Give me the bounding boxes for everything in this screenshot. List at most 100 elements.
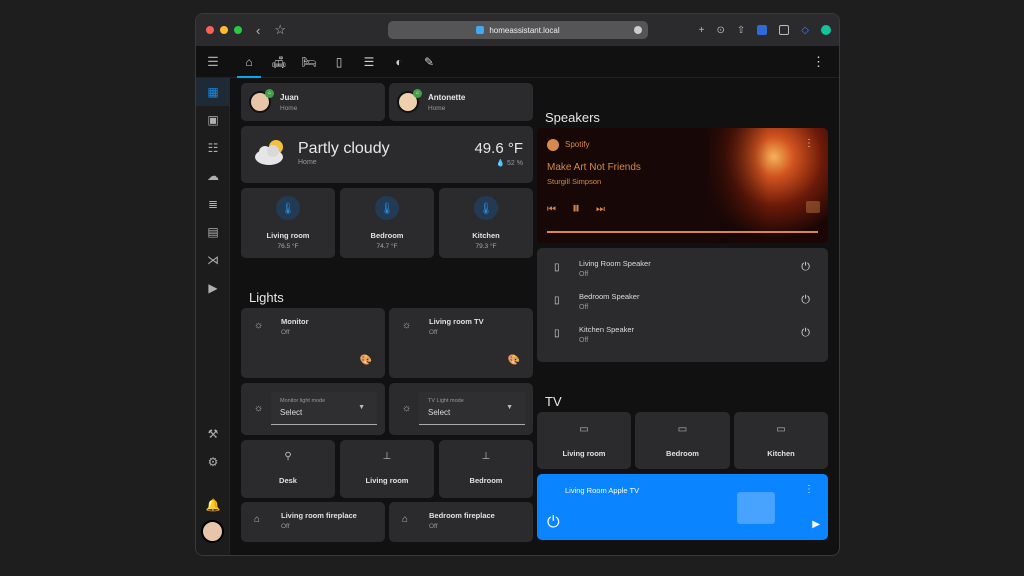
media-progress-bar[interactable]	[547, 231, 818, 233]
power-icon[interactable]: ⏻	[801, 294, 810, 307]
sensor-name: Kitchen	[472, 231, 500, 240]
fireplace-icon: ⌂	[402, 514, 409, 525]
tab-edit[interactable]: ✎	[414, 46, 444, 78]
maximize-window-button[interactable]	[234, 26, 242, 34]
person-card-juan[interactable]: ⌂ Juan Home	[241, 83, 385, 121]
select-value: Select	[280, 408, 303, 417]
avatar: ⌂	[397, 89, 422, 113]
dropdown-arrow-icon: ▼	[358, 404, 365, 411]
monitor-light-mode-select[interactable]: Monitor light mode Select ▼	[271, 392, 377, 425]
pencil-icon: ✎	[423, 54, 435, 69]
light-name: Desk	[279, 476, 297, 485]
fireplace-tile-living-room[interactable]: ⌂ Living room fireplace Off	[241, 502, 385, 542]
plus-icon[interactable]: +	[699, 25, 705, 36]
grammarly-icon[interactable]	[821, 25, 831, 35]
weather-card[interactable]: Partly cloudy Home 49.6 °F 💧 52 %	[241, 126, 533, 183]
back-icon[interactable]: ‹	[256, 23, 260, 38]
tab-bedroom[interactable]: 🛏	[294, 46, 324, 78]
person-card-antonette[interactable]: ⌂ Antonette Home	[389, 83, 533, 121]
pause-icon[interactable]: ⏸	[572, 200, 580, 218]
power-icon[interactable]: ⏻	[547, 514, 560, 532]
tv-tile-kitchen[interactable]: ▭ Kitchen	[734, 412, 828, 469]
more-options-icon[interactable]: ⋮	[812, 54, 825, 70]
media-player-card[interactable]: Spotify Make Art Not Friends Sturgill Si…	[537, 128, 828, 243]
sidebar-item-map[interactable]: ▣	[196, 106, 230, 134]
palette-icon[interactable]: 🎨	[508, 355, 520, 366]
light-tile-monitor[interactable]: ☼ Monitor Off 🎨	[241, 308, 385, 378]
person-name: Antonette	[428, 92, 466, 102]
sidebar-item-settings[interactable]: ⚙	[196, 448, 230, 476]
menu-icon[interactable]: ☰	[196, 54, 230, 70]
tab-home[interactable]: ⌂	[234, 46, 264, 78]
tab-kitchen[interactable]: ▯	[324, 46, 354, 78]
more-options-icon[interactable]: ⋮	[804, 138, 814, 149]
page-options-icon[interactable]	[634, 26, 642, 34]
tab-living-room[interactable]: 🛋	[264, 46, 294, 78]
extension-icon[interactable]	[757, 25, 768, 35]
minimize-window-button[interactable]	[220, 26, 228, 34]
palette-icon[interactable]: 🎨	[360, 355, 372, 366]
tv-light-mode-select[interactable]: TV Light mode Select ▼	[419, 392, 525, 425]
light-tile-living-room[interactable]: ⊥ Living room	[340, 440, 434, 498]
light-tile-bedroom[interactable]: ⊥ Bedroom	[439, 440, 533, 498]
previous-track-icon[interactable]: ⏮	[547, 204, 556, 215]
speaker-row-bedroom[interactable]: ▯ Bedroom Speaker Off ⏻	[537, 285, 828, 318]
thermometer-icon: 🌡	[276, 196, 300, 220]
close-window-button[interactable]	[206, 26, 214, 34]
sidebar-item-developer-tools[interactable]: ⚒	[196, 420, 230, 448]
light-tile-desk[interactable]: ⚲ Desk	[241, 440, 335, 498]
fireplace-name: Living room fireplace	[281, 511, 357, 520]
media-browse-icon[interactable]	[806, 201, 820, 213]
user-avatar[interactable]	[201, 520, 224, 543]
tab-camera[interactable]: ◐	[384, 46, 414, 78]
humidity-value: 52 %	[507, 160, 523, 167]
sensor-card-bedroom[interactable]: 🌡 Bedroom 74.7 °F	[340, 188, 434, 258]
thermometer-icon: 🌡	[375, 196, 399, 220]
speaker-name: Kitchen Speaker	[579, 325, 635, 334]
spotify-icon	[547, 139, 559, 151]
sidebar-item-dashboard[interactable]: ▦	[196, 78, 230, 106]
bookmark-icon[interactable]: ☆	[274, 22, 286, 38]
apple-tv-card[interactable]: Living Room Apple TV ⏻ ⋮ ▶	[537, 474, 828, 540]
fridge-icon: ▯	[335, 54, 343, 69]
share-icon[interactable]: ⇧	[737, 25, 745, 36]
download-icon[interactable]: ⊙	[717, 25, 725, 36]
sensor-card-living-room[interactable]: 🌡 Living room 76.5 °F	[241, 188, 335, 258]
dropdown-arrow-icon: ▼	[506, 404, 513, 411]
sidebar-item-database[interactable]: ≣	[196, 190, 230, 218]
power-icon[interactable]: ⏻	[801, 261, 810, 274]
tv-tile-living-room[interactable]: ▭ Living room	[537, 412, 631, 469]
more-options-icon[interactable]: ⋮	[804, 484, 814, 495]
select-value: Select	[428, 408, 451, 417]
notion-icon[interactable]	[779, 25, 790, 35]
speaker-row-living-room[interactable]: ▯ Living Room Speaker Off ⏻	[537, 252, 828, 285]
fireplace-tile-bedroom[interactable]: ⌂ Bedroom fireplace Off	[389, 502, 533, 542]
sidebar-item-media[interactable]: ▶	[196, 274, 230, 302]
sensor-name: Living room	[266, 231, 310, 240]
power-icon[interactable]: ⏻	[801, 327, 810, 340]
television-icon: ▭	[579, 424, 589, 435]
sidebar-item-notifications[interactable]: 🔔	[196, 491, 230, 519]
app-header: ☰ ⌂ 🛋 🛏 ▯ ☰ ◐ ✎ ⋮	[196, 46, 839, 78]
light-state: Off	[281, 329, 290, 336]
media-browse-icon[interactable]: ▶	[812, 519, 820, 530]
tab-server[interactable]: ☰	[354, 46, 384, 78]
track-artist: Sturgill Simpson	[547, 177, 602, 186]
sidebar-item-cloud[interactable]: ☁	[196, 162, 230, 190]
tv-tile-bedroom[interactable]: ▭ Bedroom	[635, 412, 730, 469]
sidebar-item-store[interactable]: ▤	[196, 218, 230, 246]
address-bar[interactable]: homeassistant.local	[388, 21, 648, 39]
avatar: ⌂	[249, 89, 274, 113]
speaker-row-kitchen[interactable]: ▯ Kitchen Speaker Off ⏻	[537, 318, 828, 351]
bitwarden-icon[interactable]: ◇	[801, 25, 809, 36]
humidity-icon: 💧	[496, 160, 506, 167]
next-track-icon[interactable]: ⏭	[596, 204, 605, 215]
light-tile-living-room-tv[interactable]: ☼ Living room TV Off 🎨	[389, 308, 533, 378]
sensor-card-kitchen[interactable]: 🌡 Kitchen 79.3 °F	[439, 188, 533, 258]
view-tabs: ⌂ 🛋 🛏 ▯ ☰ ◐ ✎	[234, 46, 444, 78]
speaker-list-card: ▯ Living Room Speaker Off ⏻ ▯ Bedroom Sp…	[537, 248, 828, 362]
sidebar-item-vscode[interactable]: ⋊	[196, 246, 230, 274]
weather-condition: Partly cloudy	[298, 140, 390, 157]
sidebar-item-logbook[interactable]: ☷	[196, 134, 230, 162]
site-favicon-icon	[476, 26, 485, 34]
